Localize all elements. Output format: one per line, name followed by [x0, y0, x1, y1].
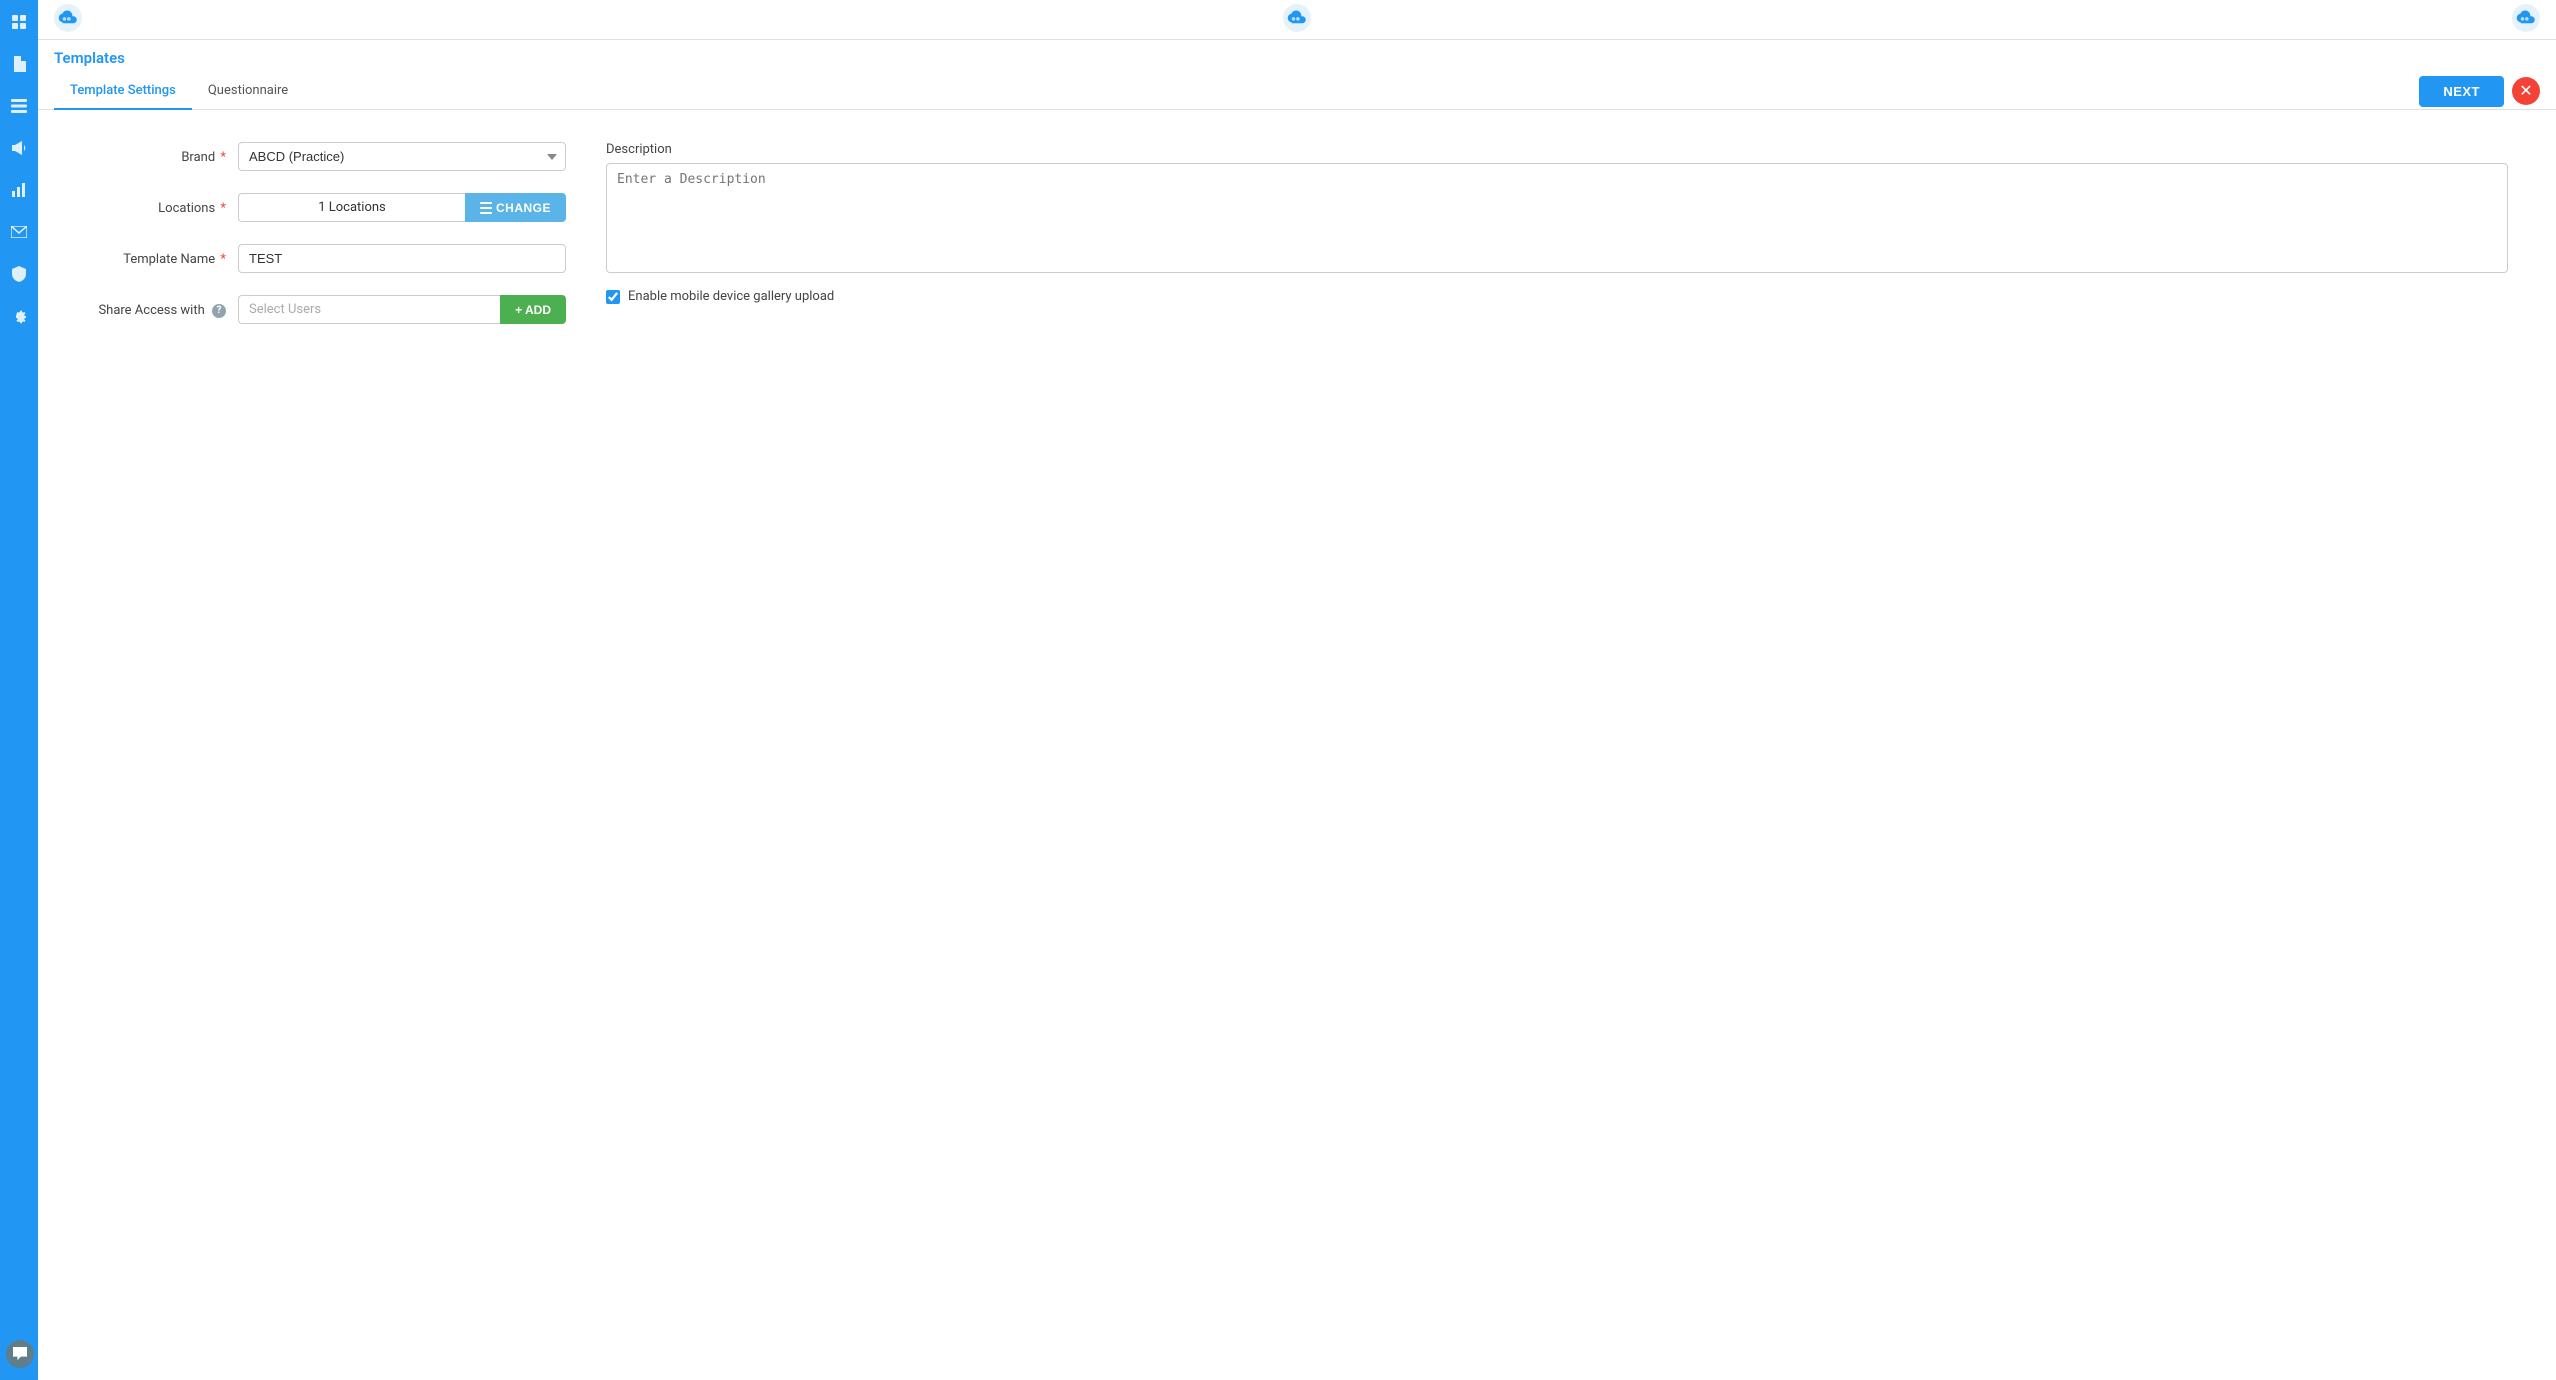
chat-bubble[interactable]: [6, 1340, 34, 1368]
share-access-control: Select Users + ADD: [238, 295, 566, 324]
share-access-row: Share Access with ? Select Users + ADD: [86, 295, 566, 324]
locations-count: 1 Locations: [238, 193, 465, 222]
sidebar-icon-list[interactable]: [7, 94, 31, 118]
share-group: Select Users + ADD: [238, 295, 566, 324]
form-layout: Brand * ABCD (Practice) Locations *: [86, 142, 2508, 346]
tab-questionnaire[interactable]: Questionnaire: [192, 73, 304, 110]
brand-row: Brand * ABCD (Practice): [86, 142, 566, 171]
form-right: Description Enable mobile device gallery…: [606, 142, 2508, 346]
logo-left: [54, 4, 82, 36]
share-access-label: Share Access with ?: [86, 295, 226, 318]
tab-bar: Template Settings Questionnaire NEXT ✕: [38, 73, 2556, 110]
enable-gallery-checkbox[interactable]: [606, 290, 620, 304]
logo-center: [1283, 4, 1311, 36]
enable-gallery-row: Enable mobile device gallery upload: [606, 289, 2508, 304]
template-name-input[interactable]: [238, 244, 566, 273]
locations-label: Locations *: [86, 193, 226, 216]
main-content: Templates Template Settings Questionnair…: [38, 0, 2556, 1380]
tab-template-settings[interactable]: Template Settings: [54, 73, 192, 110]
sidebar-icon-gear[interactable]: [7, 304, 31, 328]
select-users-btn[interactable]: Select Users: [238, 295, 500, 324]
description-textarea[interactable]: [606, 163, 2508, 273]
form-area: Brand * ABCD (Practice) Locations *: [38, 110, 2556, 1380]
sidebar-icon-document[interactable]: [7, 52, 31, 76]
locations-group: 1 Locations CHANGE: [238, 193, 566, 222]
tab-actions: NEXT ✕: [2419, 76, 2540, 107]
logo-right: [2512, 4, 2540, 36]
form-left: Brand * ABCD (Practice) Locations *: [86, 142, 566, 346]
sidebar-icon-shield[interactable]: [7, 262, 31, 286]
add-button[interactable]: + ADD: [500, 295, 566, 324]
template-name-row: Template Name *: [86, 244, 566, 273]
change-button[interactable]: CHANGE: [465, 193, 566, 222]
enable-gallery-label: Enable mobile device gallery upload: [628, 289, 834, 304]
next-button[interactable]: NEXT: [2419, 76, 2504, 107]
brand-control: ABCD (Practice): [238, 142, 566, 171]
sidebar-icon-envelope[interactable]: [7, 220, 31, 244]
page-title: Templates: [54, 49, 125, 73]
brand-select[interactable]: ABCD (Practice): [238, 142, 566, 171]
close-button[interactable]: ✕: [2512, 77, 2540, 105]
change-icon: [480, 202, 492, 214]
locations-row: Locations * 1 Locations CHANGE: [86, 193, 566, 222]
template-name-label: Template Name *: [86, 244, 226, 267]
sidebar-icon-chart[interactable]: [7, 178, 31, 202]
help-icon[interactable]: ?: [212, 304, 226, 318]
sidebar: [0, 0, 38, 1380]
top-bar: [38, 0, 2556, 40]
template-name-control: [238, 244, 566, 273]
brand-label: Brand *: [86, 142, 226, 165]
locations-control: 1 Locations CHANGE: [238, 193, 566, 222]
page-header: Templates: [38, 40, 2556, 73]
sidebar-icon-grid[interactable]: [7, 10, 31, 34]
sidebar-icon-megaphone[interactable]: [7, 136, 31, 160]
description-label: Description: [606, 142, 2508, 157]
